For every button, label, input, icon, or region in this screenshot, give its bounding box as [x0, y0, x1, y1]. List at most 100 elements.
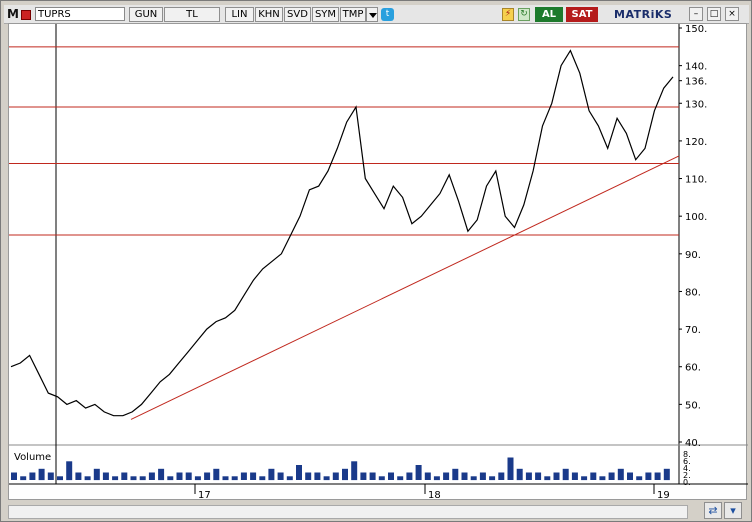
- date-label-1: 18: [428, 490, 441, 501]
- price-tick-label-0: 150.: [685, 24, 707, 35]
- volume-bar-16: [158, 468, 165, 481]
- volume-bar-44: [415, 465, 422, 480]
- volume-bar-53: [498, 472, 505, 480]
- volume-bar-56: [525, 472, 532, 480]
- volume-bar-32: [305, 472, 312, 480]
- template-button[interactable]: TMP: [340, 7, 366, 22]
- volume-bar-42: [397, 476, 404, 481]
- date-label-0: 17: [198, 490, 211, 501]
- volume-bar-62: [581, 476, 588, 481]
- price-tick-label-1: 140.: [685, 62, 707, 73]
- volume-bar-17: [167, 476, 174, 481]
- volume-bar-27: [259, 476, 266, 481]
- volume-bar-4: [47, 472, 54, 480]
- volume-bar-64: [599, 476, 606, 481]
- volume-bar-67: [627, 472, 633, 480]
- volume-bar-43: [406, 472, 413, 480]
- volume-bar-7: [75, 472, 82, 480]
- volume-bar-60: [562, 468, 569, 481]
- template-dropdown[interactable]: [366, 7, 378, 22]
- volume-bar-26: [250, 472, 257, 480]
- buy-button[interactable]: AL: [535, 7, 563, 22]
- price-tick-label-10: 60.: [685, 363, 701, 374]
- price-tick-label-2: 136.: [685, 77, 707, 88]
- symbol-button[interactable]: SYM: [312, 7, 339, 22]
- volume-bar-20: [194, 476, 201, 481]
- volume-bar-15: [148, 472, 155, 480]
- price-tick-label-8: 80.: [685, 287, 701, 298]
- period-button[interactable]: GUN: [129, 7, 163, 22]
- price-tick-label-12: 40.: [685, 438, 701, 449]
- chart-area[interactable]: 150. 140. 136. 130. 120. 110. 100. 90. 80. 70. 60.…: [8, 23, 748, 501]
- volume-bar-45: [424, 472, 431, 480]
- lightning-icon[interactable]: ⚡: [502, 8, 514, 21]
- brand-logo: MATRiKS: [614, 8, 673, 21]
- volume-bar-63: [590, 472, 597, 480]
- volume-bar-29: [277, 472, 284, 480]
- volume-bar-54: [507, 457, 514, 480]
- svd-button[interactable]: SVD: [284, 7, 311, 22]
- price-tick-label-9: 70.: [685, 325, 701, 336]
- volume-bar-37: [351, 461, 358, 481]
- price-tick-label-5: 110.: [685, 175, 707, 186]
- time-scrollbar[interactable]: [8, 505, 688, 519]
- volume-bar-14: [139, 476, 146, 481]
- symbol-input[interactable]: TUPRS: [35, 7, 125, 21]
- volume-bar-5: [57, 476, 63, 481]
- volume-bar-34: [323, 476, 330, 481]
- volume-bar-6: [66, 461, 73, 481]
- volume-bar-11: [112, 476, 119, 481]
- volume-bar-25: [240, 472, 247, 480]
- date-label-2: 19: [657, 490, 670, 501]
- volume-bar-68: [636, 476, 643, 481]
- price-tick-label-11: 50.: [685, 400, 701, 411]
- volume-bar-48: [452, 468, 459, 481]
- price-tick-label-6: 100.: [685, 212, 707, 223]
- khn-button[interactable]: KHN: [255, 7, 283, 22]
- volume-bar-38: [360, 472, 367, 480]
- price-series-line: [10, 49, 674, 417]
- bottom-bar: ⇄ ▾: [4, 501, 749, 521]
- toolbar: M TUPRS GUN TL LIN KHN SVD SYM TMP t ⚡ ↻…: [4, 5, 749, 24]
- linear-scale-button[interactable]: LIN: [225, 7, 254, 22]
- menu-button[interactable]: M: [7, 8, 20, 21]
- close-button[interactable]: ×: [725, 7, 739, 21]
- volume-bar-30: [286, 476, 293, 481]
- volume-bar-8: [84, 476, 91, 481]
- maximize-button[interactable]: □: [707, 7, 721, 21]
- volume-bar-28: [268, 468, 275, 481]
- volume-bar-47: [443, 472, 450, 480]
- settings-icon[interactable]: ▾: [724, 502, 742, 519]
- volume-bar-13: [130, 476, 137, 481]
- volume-bar-55: [516, 468, 523, 481]
- volume-bar-58: [544, 476, 551, 481]
- volume-bar-41: [388, 472, 394, 480]
- volume-bar-59: [553, 472, 560, 480]
- minimize-button[interactable]: –: [689, 7, 703, 21]
- volume-bar-46: [433, 476, 440, 481]
- volume-bar-61: [571, 472, 578, 480]
- twitter-icon[interactable]: t: [381, 8, 394, 21]
- volume-bar-12: [121, 472, 128, 480]
- currency-button[interactable]: TL: [164, 7, 220, 22]
- volume-label: Volume: [14, 452, 52, 463]
- chart-window: M TUPRS GUN TL LIN KHN SVD SYM TMP t ⚡ ↻…: [0, 0, 752, 522]
- sell-button[interactable]: SAT: [566, 7, 598, 22]
- sync-icon[interactable]: ⇄: [704, 502, 722, 519]
- volume-bar-21: [204, 472, 211, 480]
- price-chart[interactable]: 150. 140. 136. 130. 120. 110. 100. 90. 80. 70. 60.…: [9, 24, 748, 501]
- volume-bar-19: [185, 472, 192, 480]
- refresh-icon[interactable]: ↻: [518, 8, 530, 21]
- volume-bar-66: [617, 468, 624, 481]
- volume-bar-3: [38, 468, 45, 481]
- volume-bar-51: [479, 472, 486, 480]
- volume-bar-9: [93, 468, 100, 481]
- price-tick-label-4: 120.: [685, 137, 707, 148]
- support-trendline: [130, 155, 680, 420]
- volume-bar-70: [654, 472, 661, 480]
- volume-bar-1: [20, 476, 27, 481]
- price-tick-label-7: 90.: [685, 250, 701, 261]
- volume-bar-2: [29, 472, 36, 480]
- volume-bar-10: [102, 472, 109, 480]
- volume-bar-69: [645, 472, 652, 480]
